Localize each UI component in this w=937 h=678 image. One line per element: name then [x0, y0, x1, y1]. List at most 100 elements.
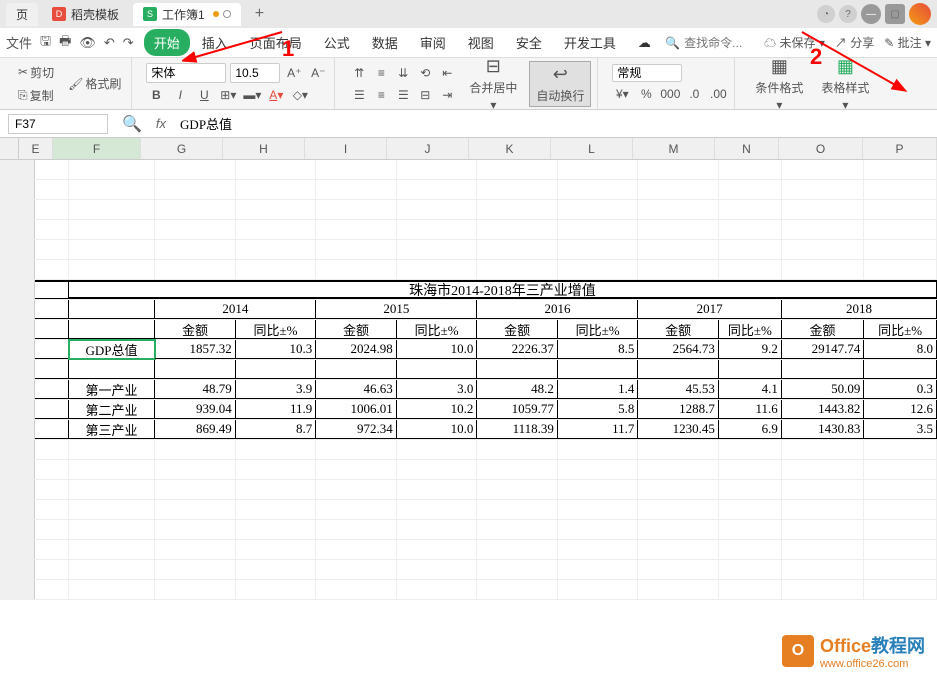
data-cell[interactable]: 1059.77: [477, 400, 558, 419]
cell[interactable]: [477, 500, 558, 519]
year-header[interactable]: 2017: [638, 300, 781, 319]
cell[interactable]: [864, 580, 937, 599]
data-cell[interactable]: 10.0: [397, 420, 478, 439]
cell[interactable]: [477, 180, 558, 199]
wrap-text-button[interactable]: ↩自动换行: [529, 61, 591, 107]
cell[interactable]: [236, 200, 317, 219]
data-cell[interactable]: 1.4: [558, 380, 639, 399]
comma-icon[interactable]: 000: [660, 84, 680, 104]
cell[interactable]: [35, 540, 68, 559]
cell[interactable]: [719, 560, 782, 579]
cell[interactable]: [397, 500, 478, 519]
border-button[interactable]: ⊞▾: [218, 85, 238, 105]
decrease-font-icon[interactable]: A⁻: [308, 63, 328, 83]
grid[interactable]: 珠海市2014-2018年三产业增值20142015201620172018金额…: [0, 160, 937, 660]
cell[interactable]: [316, 500, 397, 519]
cell[interactable]: [558, 240, 639, 259]
row-label[interactable]: GDP总值: [69, 340, 155, 359]
year-header[interactable]: 2016: [477, 300, 638, 319]
data-cell[interactable]: 10.3: [236, 340, 317, 359]
cell[interactable]: [155, 220, 236, 239]
cell[interactable]: [782, 160, 865, 179]
data-cell[interactable]: 11.9: [236, 400, 317, 419]
cell[interactable]: [477, 460, 558, 479]
cut-button[interactable]: 剪切: [14, 62, 58, 83]
data-cell[interactable]: 10.0: [397, 340, 478, 359]
cell[interactable]: [35, 460, 68, 479]
cell[interactable]: [558, 440, 639, 459]
data-cell[interactable]: 2226.37: [477, 340, 558, 359]
cell[interactable]: [477, 220, 558, 239]
cell[interactable]: [316, 520, 397, 539]
data-cell[interactable]: 1857.32: [155, 340, 236, 359]
table-title[interactable]: 珠海市2014-2018年三产业增值: [69, 280, 937, 299]
cell[interactable]: [864, 560, 937, 579]
cell[interactable]: [397, 580, 478, 599]
data-cell[interactable]: 5.8: [558, 400, 639, 419]
col-header-O[interactable]: O: [779, 138, 863, 159]
cell[interactable]: [155, 580, 236, 599]
cell[interactable]: [35, 320, 68, 339]
format-painter-button[interactable]: 🖌格式刷: [64, 73, 125, 94]
search-input[interactable]: [684, 36, 754, 50]
cell[interactable]: [638, 440, 719, 459]
cell[interactable]: [69, 180, 155, 199]
template-tab[interactable]: D 稻壳模板: [42, 3, 129, 26]
data-cell[interactable]: 10.2: [397, 400, 478, 419]
cell[interactable]: [558, 180, 639, 199]
cell[interactable]: [477, 360, 558, 379]
cell[interactable]: [35, 220, 68, 239]
cell[interactable]: [782, 460, 865, 479]
cell[interactable]: [638, 260, 719, 279]
cell[interactable]: [864, 460, 937, 479]
cell[interactable]: [69, 500, 155, 519]
cell[interactable]: [638, 220, 719, 239]
preview-icon[interactable]: 👁: [79, 35, 96, 51]
cell[interactable]: [316, 540, 397, 559]
orientation-icon[interactable]: ⟲: [415, 63, 435, 83]
cell[interactable]: [782, 440, 865, 459]
cell[interactable]: [477, 580, 558, 599]
cell[interactable]: [155, 460, 236, 479]
cell[interactable]: [638, 240, 719, 259]
cell[interactable]: [638, 540, 719, 559]
cell[interactable]: [719, 440, 782, 459]
cell[interactable]: [397, 560, 478, 579]
sub-header[interactable]: 金额: [316, 320, 397, 339]
cell[interactable]: [316, 460, 397, 479]
sub-header[interactable]: 同比±%: [864, 320, 937, 339]
col-header-N[interactable]: N: [715, 138, 779, 159]
cell[interactable]: [69, 360, 155, 379]
cell[interactable]: [558, 500, 639, 519]
cell[interactable]: [477, 520, 558, 539]
data-cell[interactable]: 11.6: [719, 400, 782, 419]
minimize-button[interactable]: —: [861, 4, 881, 24]
cell[interactable]: [782, 540, 865, 559]
sub-header[interactable]: 金额: [477, 320, 558, 339]
cell[interactable]: [69, 480, 155, 499]
year-header[interactable]: 2015: [316, 300, 477, 319]
data-cell[interactable]: 50.09: [782, 380, 865, 399]
sub-header[interactable]: 同比±%: [719, 320, 782, 339]
cell[interactable]: [782, 260, 865, 279]
cell[interactable]: [316, 240, 397, 259]
cell[interactable]: [236, 260, 317, 279]
cell[interactable]: [316, 200, 397, 219]
tab-dev-tools[interactable]: 开发工具: [554, 29, 626, 56]
cell[interactable]: [236, 160, 317, 179]
data-cell[interactable]: 11.7: [558, 420, 639, 439]
cell[interactable]: [864, 200, 937, 219]
cell[interactable]: [35, 300, 69, 319]
tab-menu-icon[interactable]: [223, 10, 231, 18]
data-cell[interactable]: 46.63: [316, 380, 397, 399]
distribute-icon[interactable]: ⊟: [415, 85, 435, 105]
cell[interactable]: [397, 160, 478, 179]
cell[interactable]: [719, 520, 782, 539]
cell[interactable]: [477, 540, 558, 559]
decrease-decimal-icon[interactable]: .0: [684, 84, 704, 104]
cell[interactable]: [316, 360, 397, 379]
cell[interactable]: [638, 360, 719, 379]
cell[interactable]: [864, 500, 937, 519]
cell[interactable]: [35, 180, 68, 199]
cell[interactable]: [864, 240, 937, 259]
